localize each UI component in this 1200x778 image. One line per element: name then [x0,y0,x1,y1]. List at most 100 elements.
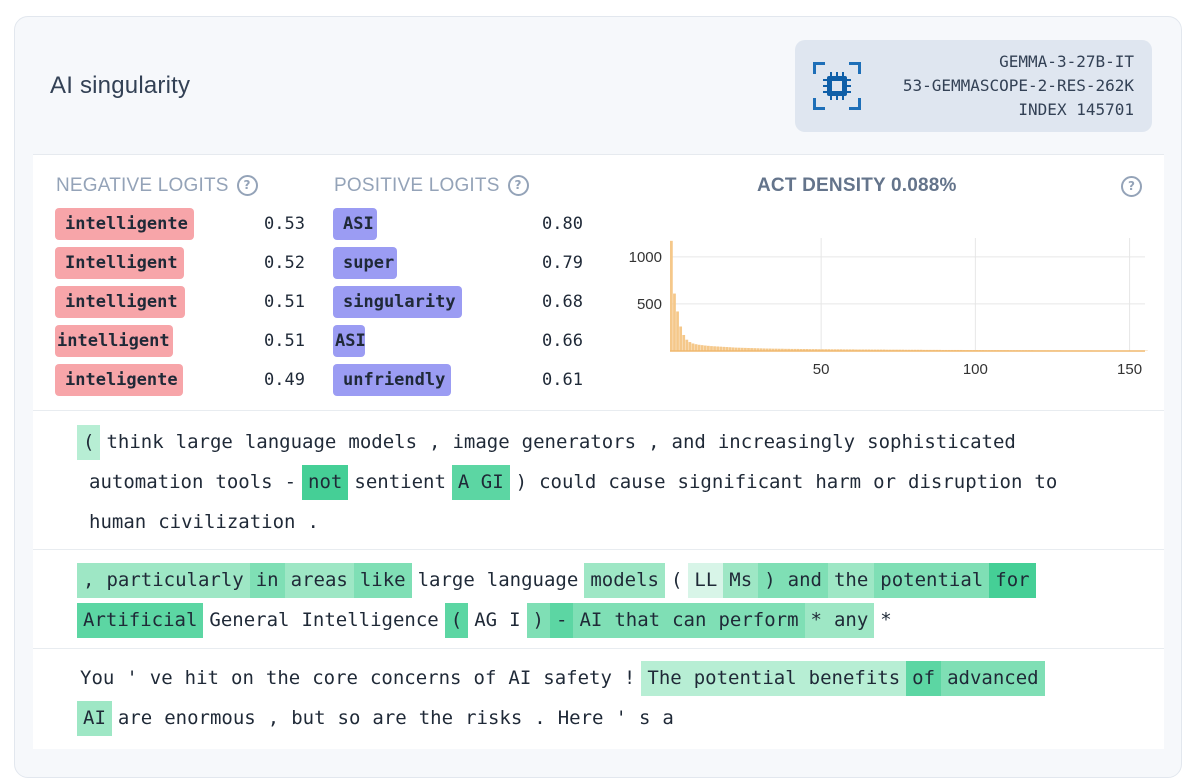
example-token[interactable]: AI [502,661,537,696]
example-token[interactable]: large [412,563,481,598]
example-token[interactable]: large [170,425,239,460]
example-token[interactable]: models [584,563,665,598]
example-token[interactable]: . [301,505,324,540]
example-token[interactable]: You [74,661,120,696]
example-token[interactable]: and [666,425,712,460]
example-token[interactable]: for [989,563,1035,598]
example-token[interactable]: human [83,505,152,540]
example-token[interactable]: could [533,465,602,500]
example-token[interactable]: Here [552,701,610,736]
example-token[interactable]: , [642,425,665,460]
example-token[interactable]: . [528,701,551,736]
example-token[interactable]: * [874,603,897,638]
example-token[interactable]: like [354,563,412,598]
example-token[interactable]: potential [688,661,803,696]
example-token[interactable]: language [239,425,343,460]
example-token[interactable]: models [342,425,423,460]
example-token[interactable]: - [279,465,302,500]
example-token[interactable]: image [446,425,515,460]
example-token[interactable]: ' [609,701,632,736]
example-token[interactable]: , [423,425,446,460]
example-token[interactable]: * [805,603,828,638]
example-token[interactable]: ( [445,603,468,638]
example-token[interactable]: hit [179,661,225,696]
example-token[interactable]: concerns [364,661,468,696]
example-token[interactable]: core [306,661,364,696]
example-token[interactable]: harm [809,465,867,500]
example-token[interactable]: of [468,661,503,696]
example-token[interactable]: that [608,603,666,638]
example-token[interactable]: ! [618,661,641,696]
example-token[interactable]: AI [77,701,112,736]
example-token[interactable]: ) [758,563,781,598]
model-info-box[interactable]: GEMMA-3-27B-IT 53-GEMMASCOPE-2-RES-262K … [795,40,1152,132]
example-token[interactable]: disruption [902,465,1028,500]
example-token[interactable]: advanced [941,661,1045,696]
negative-logit-value: 0.52 [264,247,305,279]
example-token[interactable]: the [828,563,874,598]
example-token[interactable]: can [666,603,712,638]
help-icon[interactable]: ? [237,175,258,196]
example-token[interactable]: AI [573,603,608,638]
example-token[interactable]: civilization [152,505,301,540]
example-token[interactable]: of [906,661,941,696]
example-token[interactable]: I [503,603,526,638]
example-token[interactable]: ( [665,563,688,598]
example-token[interactable]: ' [120,661,143,696]
example-token[interactable]: particularly [100,563,249,598]
example-token[interactable]: benefits [803,661,907,696]
example-token[interactable]: cause [602,465,671,500]
example-token[interactable]: ) [527,603,550,638]
example-token[interactable]: a [656,701,679,736]
example-token[interactable]: but [285,701,331,736]
example-token[interactable]: tools [209,465,278,500]
example-token[interactable]: are [366,701,412,736]
help-icon[interactable]: ? [508,175,529,196]
example-token[interactable]: , [262,701,285,736]
example-token[interactable]: the [413,701,459,736]
example-token[interactable]: to [1028,465,1063,500]
example-token[interactable]: and [782,563,828,598]
example-token[interactable]: increasingly [712,425,861,460]
example-token[interactable]: Artificial [77,603,203,638]
feature-index: INDEX 145701 [903,98,1134,122]
example-token[interactable]: automation [83,465,209,500]
example-token[interactable]: enormous [158,701,262,736]
example-token[interactable]: - [550,603,573,638]
example-token[interactable]: sophisticated [861,425,1022,460]
example-token[interactable]: ( [77,425,100,460]
example-token[interactable]: potential [874,563,989,598]
example-token[interactable]: language [481,563,585,598]
example-token[interactable]: not [302,465,348,500]
example-token[interactable]: risks [459,701,528,736]
act-density-histogram: 501001505001000 [610,230,1155,385]
example-token[interactable]: s [633,701,656,736]
negative-logit-token: inteligente [55,364,183,396]
example-token[interactable]: on [225,661,260,696]
example-token[interactable]: areas [285,563,354,598]
example-token[interactable]: so [332,701,367,736]
example-token[interactable]: ve [144,661,179,696]
example-token[interactable]: safety [537,661,618,696]
example-token[interactable]: think [100,425,169,460]
example-token[interactable]: significant [672,465,810,500]
example-token[interactable]: ) [510,465,533,500]
example-token[interactable]: Ms [723,563,758,598]
example-token[interactable]: generators [516,425,642,460]
example-token[interactable]: perform [712,603,804,638]
example-token[interactable]: are [112,701,158,736]
example-token[interactable]: any [828,603,874,638]
help-icon[interactable]: ? [1121,176,1142,197]
example-token[interactable]: The [641,661,687,696]
example-token[interactable]: the [260,661,306,696]
example-token[interactable]: General [203,603,295,638]
example-token[interactable]: AG [468,603,503,638]
example-token[interactable]: Intelligence [295,603,444,638]
example-token[interactable]: , [77,563,100,598]
example-token[interactable]: LL [688,563,723,598]
example-token[interactable]: sentient [348,465,452,500]
example-token[interactable]: in [250,563,285,598]
example-token[interactable]: or [867,465,902,500]
example-token[interactable]: A GI [452,465,510,500]
positive-logit-token: ASI [333,208,377,240]
